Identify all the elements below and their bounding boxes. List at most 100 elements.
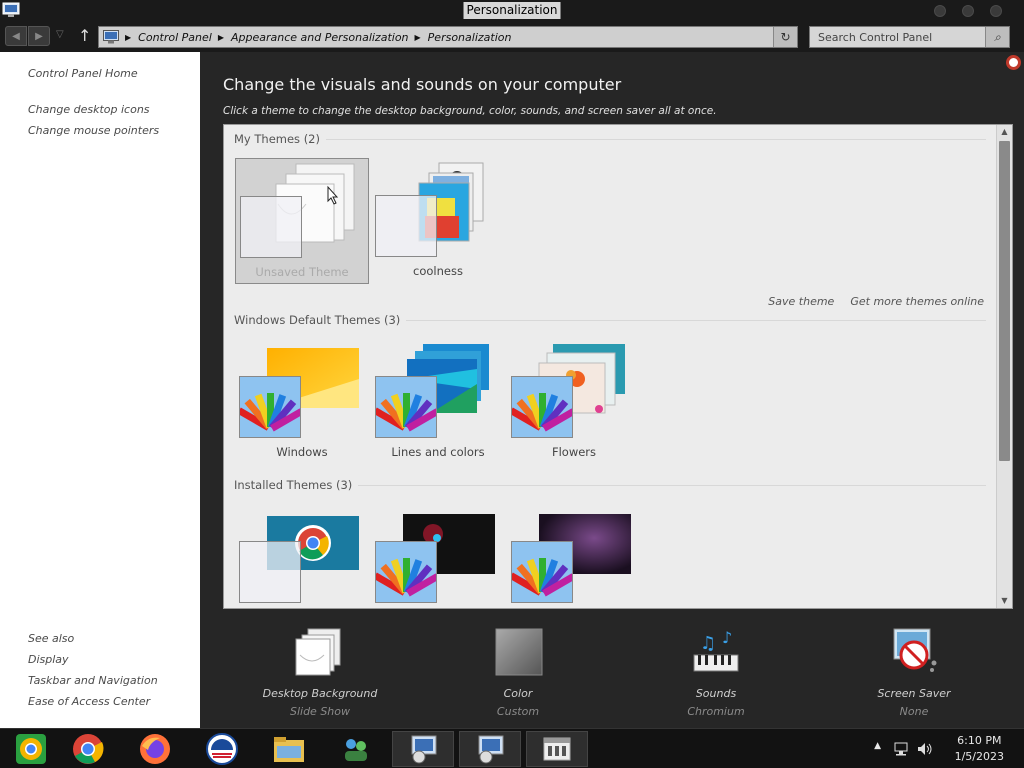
maximize-button[interactable] <box>962 5 974 17</box>
group-my-themes: My Themes (2) <box>234 132 986 146</box>
theme-color-swatch <box>375 195 437 257</box>
control-panel-home-link[interactable]: Control Panel Home <box>28 67 138 80</box>
theme-flowers[interactable]: Flowers <box>507 339 641 465</box>
color-fan-icon <box>237 393 304 432</box>
color-fan-icon <box>509 558 576 597</box>
recent-locations-chevron-icon[interactable]: ▽ <box>56 29 64 40</box>
volume-icon[interactable] <box>916 741 934 757</box>
taskbar-navigation-link[interactable]: Taskbar and Navigation <box>28 674 158 687</box>
breadcrumb-separator-icon: ▶ <box>217 32 224 42</box>
screen-saver-button[interactable]: Screen Saver None <box>834 627 994 721</box>
network-people-icon <box>345 739 367 761</box>
theme-installed-galaxy[interactable] <box>507 504 641 608</box>
change-desktop-icons-link[interactable]: Change desktop icons <box>28 103 150 116</box>
theme-coolness[interactable]: coolness <box>371 158 505 284</box>
obama-icon <box>206 733 238 765</box>
svg-text:♪: ♪ <box>722 628 732 647</box>
themes-scrollbar[interactable]: ▲ ▼ <box>996 125 1012 608</box>
back-button[interactable]: ◀ <box>5 26 27 46</box>
taskbar-control-panel-2[interactable] <box>459 731 521 767</box>
group-title-label: Windows Default Themes (3) <box>234 313 401 327</box>
taskbar-file-explorer[interactable] <box>258 731 320 767</box>
theme-label: Unsaved Theme <box>255 265 349 279</box>
theme-links: Save theme Get more themes online <box>768 295 984 308</box>
desktop-background-button[interactable]: Desktop Background Slide Show <box>240 627 400 721</box>
close-button[interactable] <box>990 5 1002 17</box>
theme-color-swatch <box>509 541 576 603</box>
theme-installed-chrome[interactable] <box>235 504 369 608</box>
theme-label: coolness <box>413 264 463 278</box>
taskbar-chrome-canary[interactable] <box>0 731 62 767</box>
search-icon[interactable]: ⌕ <box>985 27 1009 47</box>
change-mouse-pointers-link[interactable]: Change mouse pointers <box>28 124 159 137</box>
search-box: ⌕ <box>809 26 1010 48</box>
svg-text:♫: ♫ <box>700 633 716 654</box>
control-panel-icon-2 <box>478 735 504 764</box>
up-arrow-icon[interactable]: ↑ <box>78 26 91 46</box>
bottom-label: Color <box>503 687 533 700</box>
see-also-heading: See also <box>28 632 75 645</box>
theme-color-swatch <box>509 376 576 438</box>
control-panel-app-icon <box>2 2 20 17</box>
control-panel-icon <box>411 735 437 764</box>
clock-time: 6:10 PM <box>957 734 1002 747</box>
chrome-icon <box>73 734 104 764</box>
themes-list: My Themes (2) Unsaved Theme coolness Sav… <box>223 124 1013 609</box>
clock-date: 1/5/2023 <box>954 750 1004 763</box>
clock[interactable]: 6:10 PM 1/5/2023 <box>955 733 1004 765</box>
scroll-up-icon[interactable]: ▲ <box>997 125 1012 139</box>
refresh-icon: ↻ <box>780 30 791 44</box>
breadcrumb-control-panel[interactable]: Control Panel <box>138 31 212 44</box>
breadcrumb-appearance[interactable]: Appearance and Personalization <box>231 31 409 44</box>
bottom-value: Custom <box>496 705 540 718</box>
get-more-themes-link[interactable]: Get more themes online <box>850 295 984 308</box>
taskbar-network[interactable] <box>325 731 387 767</box>
scroll-thumb[interactable] <box>999 141 1010 461</box>
ease-of-access-link[interactable]: Ease of Access Center <box>28 695 150 708</box>
scroll-down-icon[interactable]: ▼ <box>997 594 1012 608</box>
taskbar-firefox[interactable] <box>124 731 186 767</box>
minimize-button[interactable] <box>934 5 946 17</box>
theme-label: Windows <box>276 445 328 459</box>
breadcrumb-separator-icon: ▶ <box>414 32 421 42</box>
main-pane: Change the visuals and sounds on your co… <box>200 52 1024 728</box>
back-arrow-icon: ◀ <box>12 30 20 42</box>
refresh-button[interactable]: ↻ <box>773 27 797 47</box>
theme-label: Flowers <box>551 445 597 459</box>
taskbar-obama-logo[interactable] <box>191 731 253 767</box>
network-icon[interactable] <box>893 741 909 757</box>
taskbar-chrome[interactable] <box>57 731 119 767</box>
bottom-value: Chromium <box>687 705 745 718</box>
breadcrumb-personalization[interactable]: Personalization <box>428 31 512 44</box>
address-bar[interactable]: ▶ Control Panel ▶ Appearance and Persona… <box>98 26 798 48</box>
title-bar: Personalization <box>0 0 1024 22</box>
theme-installed-dark[interactable] <box>371 504 505 608</box>
taskbar: ▲ 6:10 PM 1/5/2023 <box>0 728 1024 768</box>
save-theme-link[interactable]: Save theme <box>768 295 834 308</box>
bottom-label: Desktop Background <box>262 687 378 700</box>
left-pane: Control Panel Home Change desktop icons … <box>0 52 200 728</box>
display-link[interactable]: Display <box>28 653 69 666</box>
window-title: Personalization <box>463 2 561 19</box>
theme-color-swatch <box>373 541 440 603</box>
forward-button[interactable]: ▶ <box>28 26 50 46</box>
help-icon[interactable] <box>1006 55 1021 70</box>
page-subtitle: Click a theme to change the desktop back… <box>223 105 717 117</box>
taskbar-control-panel[interactable] <box>392 731 454 767</box>
theme-unsaved[interactable]: Unsaved Theme <box>235 158 369 284</box>
theme-lines-and-colors[interactable]: Lines and colors <box>371 339 505 465</box>
search-input[interactable] <box>810 27 984 47</box>
bottom-value: Slide Show <box>289 705 351 718</box>
desktop-background-icon <box>294 627 346 677</box>
forward-arrow-icon: ▶ <box>35 30 43 42</box>
file-explorer-icon <box>274 737 304 762</box>
screen-saver-icon <box>888 627 940 677</box>
show-hidden-icons-icon[interactable]: ▲ <box>874 741 881 751</box>
theme-color-swatch <box>240 196 302 258</box>
group-windows-default: Windows Default Themes (3) <box>234 313 986 327</box>
taskbar-personalization-window[interactable] <box>526 731 588 767</box>
theme-windows[interactable]: Windows <box>235 339 369 465</box>
sounds-button[interactable]: ♫ ♪ Sounds Chromium <box>636 627 796 721</box>
color-fan-icon <box>509 393 576 432</box>
color-button[interactable]: Color Custom <box>438 627 598 721</box>
